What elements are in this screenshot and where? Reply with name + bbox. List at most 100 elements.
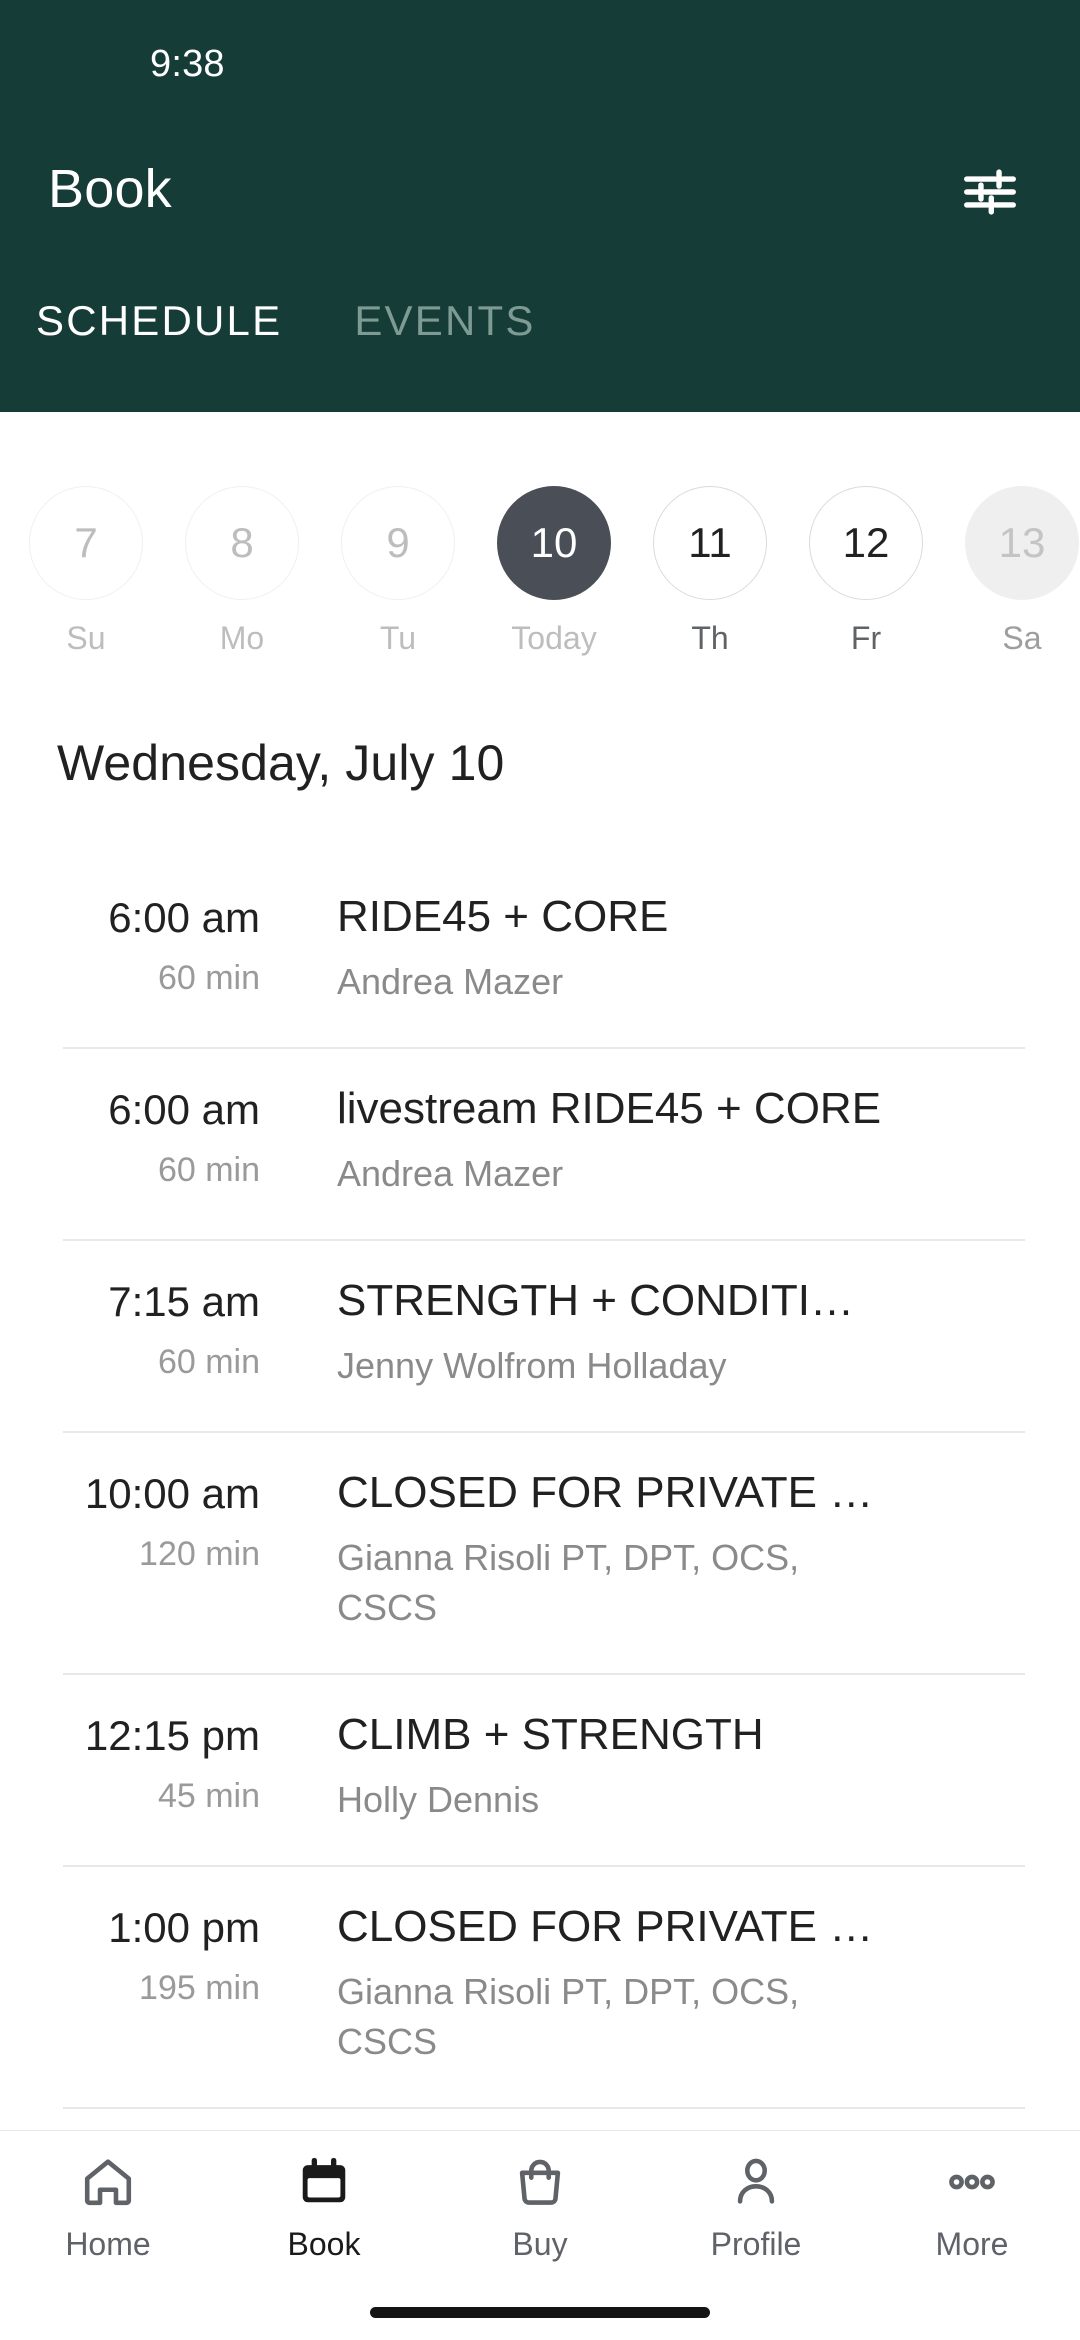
class-info-col: STRENGTH + CONDITI… Jenny Wolfrom Hollad… [282,1275,1025,1391]
nav-item-profile[interactable]: Profile [648,2151,864,2291]
class-time: 12:15 pm [84,1712,260,1759]
bottom-nav-items: Home Book Buy Profile More [0,2131,1080,2291]
class-duration: 45 min [157,1777,260,1815]
nav-label: Book [287,2226,361,2262]
nav-label: More [935,2226,1009,2262]
date-number: 8 [185,486,299,600]
date-number: 9 [341,486,455,600]
date-weekday: Th [691,620,729,656]
date-number: 12 [809,486,923,600]
app-screen: 9:38 Book SCHEDULE EVENTS 7 Su 8 Mo 9 Tu… [0,0,1080,2340]
home-icon [79,2151,137,2213]
nav-item-more[interactable]: More [864,2151,1080,2291]
class-duration: 60 min [157,959,260,997]
class-row[interactable]: 12:15 pm 45 min CLIMB + STRENGTH Holly D… [0,1673,1080,1865]
day-heading: Wednesday, July 10 [57,735,505,791]
class-row[interactable]: 4:00 pm SLIDE + STRENGTH [0,2107,1080,2130]
nav-item-home[interactable]: Home [0,2151,216,2291]
class-time: 1:00 pm [108,1904,260,1951]
date-weekday: Tu [379,620,417,656]
nav-item-book[interactable]: Book [216,2151,432,2291]
date-number: 13 [965,486,1079,600]
row-divider [63,1431,1025,1433]
date-selector-strip[interactable]: 7 Su 8 Mo 9 Tu 10 Today 11 Th 12 Fr 13 S… [0,412,1080,662]
tune-icon [959,161,1021,228]
tab-events[interactable]: EVENTS [318,278,571,346]
app-bar: Book [0,108,1080,278]
nav-label: Buy [512,2226,568,2262]
date-number: 10 [497,486,611,600]
class-duration: 60 min [157,1343,260,1381]
date-number: 11 [653,486,767,600]
class-instructor: Gianna Risoli PT, DPT, OCS, CSCS [337,1971,800,2062]
home-indicator [370,2307,710,2318]
date-cell-9[interactable]: 9 Tu [320,412,476,656]
person-icon [727,2151,785,2213]
class-instructor: Andrea Mazer [337,1153,564,1194]
class-info-col: livestream RIDE45 + CORE Andrea Mazer [282,1083,1025,1199]
app-header: 9:38 Book SCHEDULE EVENTS [0,0,1080,412]
date-cell-11[interactable]: 11 Th [632,412,788,656]
date-cell-12[interactable]: 12 Fr [788,412,944,656]
nav-label: Home [65,2226,151,2262]
class-time-col: 6:00 am 60 min [0,891,282,1007]
page-title: Book [48,159,172,219]
class-duration: 120 min [139,1535,260,1573]
date-weekday: Sa [1002,620,1042,656]
class-duration: 195 min [139,1969,260,2007]
class-time-col: 12:15 pm 45 min [0,1709,282,1825]
class-info-col: CLOSED FOR PRIVATE … Gianna Risoli PT, D… [282,1901,1025,2067]
date-number: 7 [29,486,143,600]
class-title: livestream RIDE45 + CORE [337,1084,882,1133]
class-info-col: RIDE45 + CORE Andrea Mazer [282,891,1025,1007]
filter-button[interactable] [942,146,1038,242]
class-row[interactable]: 7:15 am 60 min STRENGTH + CONDITI… Jenny… [0,1239,1080,1431]
date-weekday: Today [511,620,597,656]
date-cell-13[interactable]: 13 Sa [944,412,1080,656]
class-instructor: Gianna Risoli PT, DPT, OCS, CSCS [337,1537,800,1628]
status-bar: 9:38 [0,0,1080,108]
row-divider [63,1673,1025,1675]
class-row[interactable]: 6:00 am 60 min livestream RIDE45 + CORE … [0,1047,1080,1239]
class-instructor: Jenny Wolfrom Holladay [337,1345,727,1386]
class-time-col: 7:15 am 60 min [0,1275,282,1391]
class-instructor: Holly Dennis [337,1779,540,1820]
date-weekday: Su [66,620,106,656]
class-time-col: 10:00 am 120 min [0,1467,282,1633]
class-title: RIDE45 + CORE [337,892,669,941]
class-title: STRENGTH + CONDITI… [337,1276,855,1325]
class-title: CLIMB + STRENGTH [337,1710,764,1759]
class-duration: 60 min [157,1151,260,1189]
nav-label: Profile [710,2226,802,2262]
status-bar-time: 9:38 [150,43,225,85]
bag-icon [511,2151,569,2213]
calendar-icon [295,2151,353,2213]
class-row[interactable]: 10:00 am 120 min CLOSED FOR PRIVATE … Gi… [0,1431,1080,1673]
date-cell-8[interactable]: 8 Mo [164,412,320,656]
class-time-col: 6:00 am 60 min [0,1083,282,1199]
date-track: 7 Su 8 Mo 9 Tu 10 Today 11 Th 12 Fr 13 S… [8,412,1080,656]
class-time-col: 1:00 pm 195 min [0,1901,282,2067]
class-info-col: CLIMB + STRENGTH Holly Dennis [282,1709,1025,1825]
row-divider [63,2107,1025,2109]
class-info-col: CLOSED FOR PRIVATE … Gianna Risoli PT, D… [282,1467,1025,1633]
row-divider [63,1047,1025,1049]
row-divider [63,1865,1025,1867]
bottom-navigation-bar: Home Book Buy Profile More [0,2130,1080,2340]
class-instructor: Andrea Mazer [337,961,564,1002]
class-time: 7:15 am [108,1278,260,1325]
class-title: CLOSED FOR PRIVATE … [337,1468,874,1517]
tab-schedule[interactable]: SCHEDULE [0,278,318,346]
class-row[interactable]: 1:00 pm 195 min CLOSED FOR PRIVATE … Gia… [0,1865,1080,2107]
class-row[interactable]: 6:00 am 60 min RIDE45 + CORE Andrea Maze… [0,855,1080,1047]
date-cell-10-today[interactable]: 10 Today [476,412,632,656]
date-cell-7[interactable]: 7 Su [8,412,164,656]
class-time: 6:00 am [108,1086,260,1133]
nav-item-buy[interactable]: Buy [432,2151,648,2291]
row-divider [63,1239,1025,1241]
class-title: CLOSED FOR PRIVATE … [337,1902,874,1951]
class-time: 10:00 am [84,1470,260,1517]
date-weekday: Mo [219,620,265,656]
tab-bar: SCHEDULE EVENTS [0,278,1080,412]
class-schedule-list[interactable]: 6:00 am 60 min RIDE45 + CORE Andrea Maze… [0,855,1080,2130]
